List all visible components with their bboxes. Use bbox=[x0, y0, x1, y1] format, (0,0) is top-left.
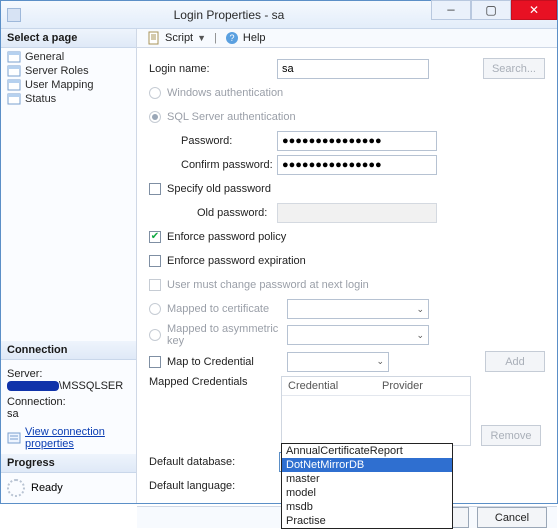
help-icon: ? bbox=[225, 31, 239, 45]
left-panel: Select a page General Server Roles User … bbox=[1, 29, 137, 503]
specify-old-password-label: Specify old password bbox=[167, 183, 271, 195]
db-option[interactable]: DotNetMirrorDB bbox=[282, 458, 452, 472]
connection-value: sa bbox=[7, 408, 130, 420]
mapped-credentials-label: Mapped Credentials bbox=[149, 376, 281, 388]
view-connection-properties-link[interactable]: View connection properties bbox=[7, 426, 130, 450]
page-item-user-mapping[interactable]: User Mapping bbox=[1, 78, 136, 92]
help-button[interactable]: ? Help bbox=[221, 29, 270, 47]
map-to-credential-check[interactable] bbox=[149, 356, 161, 368]
mapped-cert-select: ⌄ bbox=[287, 299, 429, 319]
map-to-credential-label: Map to Credential bbox=[167, 356, 287, 368]
properties-icon bbox=[7, 432, 21, 444]
server-value: \MSSQLSER bbox=[7, 380, 130, 392]
db-option[interactable]: model bbox=[282, 486, 452, 500]
sql-auth-radio bbox=[149, 111, 161, 123]
close-button[interactable]: ✕ bbox=[511, 0, 557, 20]
default-database-label: Default database: bbox=[149, 456, 279, 468]
connection-block: Server: \MSSQLSER Connection: sa View co… bbox=[1, 360, 136, 454]
specify-old-password-check[interactable] bbox=[149, 183, 161, 195]
chevron-down-icon: ▼ bbox=[197, 33, 206, 43]
db-option[interactable]: msdb bbox=[282, 500, 452, 514]
must-change-label: User must change password at next login bbox=[167, 279, 369, 291]
old-password-label: Old password: bbox=[197, 207, 277, 219]
enforce-policy-check[interactable]: ✔ bbox=[149, 231, 161, 243]
toolbar: Script ▼ | ? Help bbox=[137, 29, 557, 48]
mapped-asym-select: ⌄ bbox=[287, 325, 429, 345]
progress-status: Ready bbox=[31, 482, 63, 494]
help-label: Help bbox=[243, 32, 266, 44]
connection-label: Connection: bbox=[7, 396, 130, 408]
confirm-password-input[interactable] bbox=[277, 155, 437, 175]
remove-button: Remove bbox=[481, 425, 541, 446]
page-label: Status bbox=[25, 93, 56, 105]
link-text: View connection properties bbox=[25, 426, 130, 450]
progress-header: Progress bbox=[1, 454, 136, 473]
maximize-button[interactable]: ▢ bbox=[471, 0, 511, 20]
select-page-header: Select a page bbox=[1, 29, 136, 48]
must-change-check bbox=[149, 279, 161, 291]
mapped-cert-radio bbox=[149, 303, 161, 315]
script-icon bbox=[147, 31, 161, 45]
grid-col-credential: Credential bbox=[282, 377, 376, 395]
minimize-button[interactable]: — bbox=[431, 0, 471, 20]
credentials-grid: Credential Provider bbox=[281, 376, 471, 446]
server-label: Server: bbox=[7, 368, 130, 380]
redacted-icon bbox=[7, 381, 59, 391]
password-label: Password: bbox=[181, 135, 277, 147]
right-pane: Script ▼ | ? Help Login name: Search... … bbox=[137, 29, 557, 503]
login-name-label: Login name: bbox=[149, 63, 277, 75]
page-item-server-roles[interactable]: Server Roles bbox=[1, 64, 136, 78]
page-icon bbox=[7, 79, 21, 91]
window-title: Login Properties - sa bbox=[27, 8, 431, 22]
windows-auth-radio bbox=[149, 87, 161, 99]
spinner-icon bbox=[7, 479, 25, 497]
old-password-input bbox=[277, 203, 437, 223]
db-option[interactable]: AnnualCertificateReport bbox=[282, 444, 452, 458]
enforce-expiration-label: Enforce password expiration bbox=[167, 255, 306, 267]
confirm-password-label: Confirm password: bbox=[181, 159, 277, 171]
page-icon bbox=[7, 65, 21, 77]
page-label: Server Roles bbox=[25, 65, 89, 77]
mapped-asym-radio bbox=[149, 329, 161, 341]
page-item-status[interactable]: Status bbox=[1, 92, 136, 106]
db-option[interactable]: Practise bbox=[282, 514, 452, 528]
script-label: Script bbox=[165, 32, 193, 44]
sql-auth-label: SQL Server authentication bbox=[167, 111, 296, 123]
progress-row: Ready bbox=[1, 473, 136, 503]
db-option[interactable]: master bbox=[282, 472, 452, 486]
default-language-label: Default language: bbox=[149, 480, 279, 492]
form-area: Login name: Search... Windows authentica… bbox=[137, 48, 557, 506]
page-item-general[interactable]: General bbox=[1, 50, 136, 64]
default-database-dropdown[interactable]: AnnualCertificateReport DotNetMirrorDB m… bbox=[281, 443, 453, 529]
add-button: Add bbox=[485, 351, 545, 372]
password-input[interactable] bbox=[277, 131, 437, 151]
page-label: General bbox=[25, 51, 64, 63]
script-button[interactable]: Script ▼ bbox=[143, 29, 210, 47]
login-name-input[interactable] bbox=[277, 59, 429, 79]
search-button: Search... bbox=[483, 58, 545, 79]
svg-text:?: ? bbox=[229, 33, 234, 43]
page-icon bbox=[7, 51, 21, 63]
page-list: General Server Roles User Mapping Status bbox=[1, 48, 136, 108]
connection-header: Connection bbox=[1, 341, 136, 360]
page-label: User Mapping bbox=[25, 79, 93, 91]
mapped-cert-label: Mapped to certificate bbox=[167, 303, 287, 315]
cancel-button[interactable]: Cancel bbox=[477, 507, 547, 528]
mapped-asym-label: Mapped to asymmetric key bbox=[167, 323, 287, 347]
page-icon bbox=[7, 93, 21, 105]
grid-col-provider: Provider bbox=[376, 377, 470, 395]
enforce-expiration-check[interactable] bbox=[149, 255, 161, 267]
enforce-policy-label: Enforce password policy bbox=[167, 231, 286, 243]
windows-auth-label: Windows authentication bbox=[167, 87, 283, 99]
window-system-icon bbox=[7, 8, 21, 22]
map-to-credential-select[interactable]: ⌄ bbox=[287, 352, 389, 372]
titlebar: Login Properties - sa — ▢ ✕ bbox=[1, 1, 557, 29]
